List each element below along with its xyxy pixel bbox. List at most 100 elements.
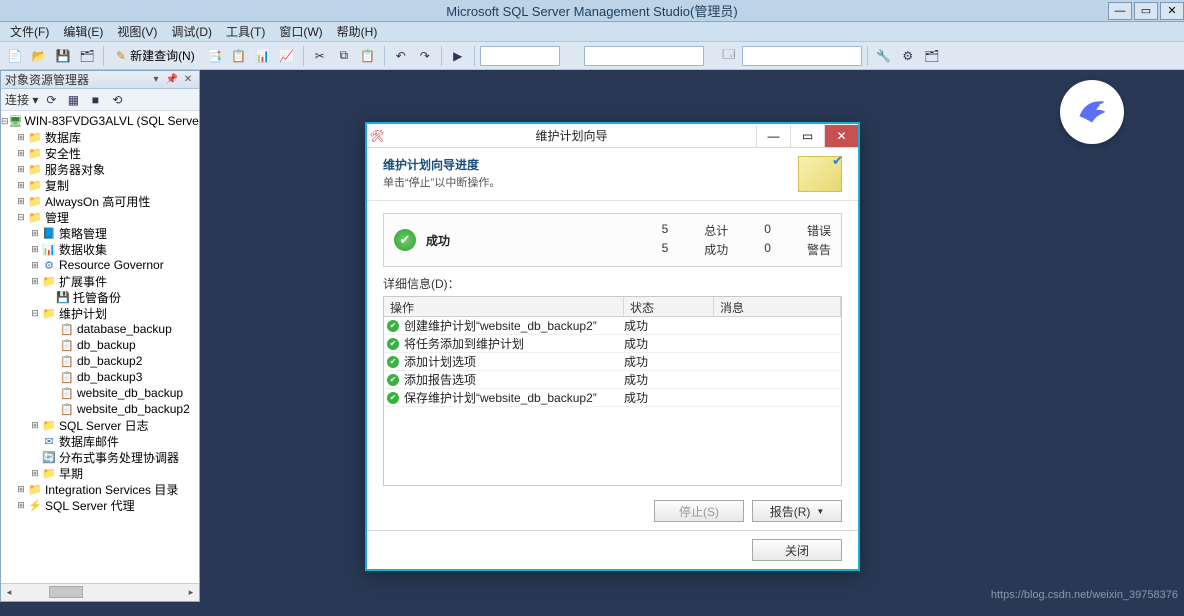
tree-plan-5[interactable]: 📋website_db_backup <box>1 385 199 401</box>
tree-security[interactable]: ⊞📁安全性 <box>1 145 199 161</box>
new-query-button[interactable]: ✎新建查询(N) <box>109 45 202 67</box>
maximize-button[interactable]: ▭ <box>1134 2 1158 20</box>
tree-dbmail[interactable]: ✉数据库邮件 <box>1 433 199 449</box>
combo-3[interactable] <box>742 46 862 66</box>
menu-tools[interactable]: 工具(T) <box>220 21 271 42</box>
grid-row[interactable]: ✔创建维护计划“website_db_backup2”成功 <box>384 317 841 335</box>
tree-resgov[interactable]: ⊞⚙Resource Governor <box>1 257 199 273</box>
details-label: 详细信息(D)： <box>383 275 842 292</box>
redo-icon[interactable]: ↷ <box>414 45 436 67</box>
tb-icon-1[interactable]: 📑 <box>204 45 226 67</box>
dialog-close-button[interactable]: ✕ <box>824 125 858 147</box>
grid-row[interactable]: ✔将任务添加到维护计划成功 <box>384 335 841 353</box>
tree-managed-backup[interactable]: 💾托管备份 <box>1 289 199 305</box>
close-button[interactable]: ✕ <box>1160 2 1184 20</box>
oe-tb-icon[interactable]: ⟲ <box>108 91 126 109</box>
saveall-icon[interactable]: 🗂 <box>76 45 98 67</box>
dialog-title: 维护计划向导 <box>387 127 756 144</box>
tree-datacollect[interactable]: ⊞📊数据收集 <box>1 241 199 257</box>
grid-header: 操作 状态 消息 <box>384 297 841 317</box>
paste-icon[interactable]: 📋 <box>357 45 379 67</box>
tree-alwayson[interactable]: ⊞📁AlwaysOn 高可用性 <box>1 193 199 209</box>
menu-help[interactable]: 帮助(H) <box>331 21 384 42</box>
minimize-button[interactable]: — <box>1108 2 1132 20</box>
tb-icon-8[interactable]: 🗂 <box>921 45 943 67</box>
menu-edit[interactable]: 编辑(E) <box>57 21 109 42</box>
tb-icon-6[interactable]: 🔧 <box>873 45 895 67</box>
tree-plan-6[interactable]: 📋website_db_backup2 <box>1 401 199 417</box>
tree-legacy[interactable]: ⊞📁早期 <box>1 465 199 481</box>
save-icon[interactable]: 💾 <box>52 45 74 67</box>
scroll-thumb[interactable] <box>49 586 83 598</box>
menu-debug[interactable]: 调试(D) <box>165 21 218 42</box>
undo-icon[interactable]: ↶ <box>390 45 412 67</box>
tree-management[interactable]: ⊟📁管理 <box>1 209 199 225</box>
oe-refresh-icon[interactable]: ⟳ <box>42 91 60 109</box>
report-button[interactable]: 报告(R)▼ <box>752 500 842 522</box>
oe-stop-icon[interactable]: ■ <box>86 91 104 109</box>
exec-icon[interactable]: ▶ <box>447 45 469 67</box>
new-project-icon[interactable]: 📄 <box>4 45 26 67</box>
dialog-header: 维护计划向导进度 单击“停止”以中断操作。 <box>367 148 858 201</box>
dialog-buttons-2: 关闭 <box>367 531 858 569</box>
database-combo[interactable] <box>480 46 560 66</box>
tree-xevents[interactable]: ⊞📁扩展事件 <box>1 273 199 289</box>
main-toolbar: 📄 📂 💾 🗂 ✎新建查询(N) 📑 📋 📊 📈 ✂ ⧉ 📋 ↶ ↷ ▶ 🗔 🔧… <box>0 42 1184 70</box>
combo-2[interactable] <box>584 46 704 66</box>
grid-row[interactable]: ✔添加报告选项成功 <box>384 371 841 389</box>
copy-icon[interactable]: ⧉ <box>333 45 355 67</box>
oe-close-icon[interactable]: ✕ <box>181 73 195 87</box>
tree-plan-3[interactable]: 📋db_backup2 <box>1 353 199 369</box>
tb-icon-3[interactable]: 📊 <box>252 45 274 67</box>
tree-policy[interactable]: ⊞📘策略管理 <box>1 225 199 241</box>
tree-agent[interactable]: ⊞⚡SQL Server 代理 <box>1 497 199 513</box>
dialog-maximize-button[interactable]: ▭ <box>790 125 824 147</box>
dialog-minimize-button[interactable]: — <box>756 125 790 147</box>
toolbar-separator <box>384 46 385 66</box>
tb-icon-7[interactable]: ⚙ <box>897 45 919 67</box>
success-count: 5 <box>662 241 669 258</box>
row-status: 成功 <box>624 371 714 388</box>
open-icon[interactable]: 📂 <box>28 45 50 67</box>
object-explorer-panel: 对象资源管理器 ▾ 📌 ✕ 连接 ▾ ⟳ ▦ ■ ⟲ ⊟🖥WIN-83FVDG3… <box>0 70 200 602</box>
menu-file[interactable]: 文件(F) <box>4 21 55 42</box>
close-dialog-button[interactable]: 关闭 <box>752 539 842 561</box>
oe-hscrollbar[interactable]: ◂ ▸ <box>1 583 199 601</box>
tb-icon-5[interactable]: 🗔 <box>718 45 740 67</box>
cut-icon[interactable]: ✂ <box>309 45 331 67</box>
scroll-right-icon[interactable]: ▸ <box>183 584 199 600</box>
tree-plan-2[interactable]: 📋db_backup <box>1 337 199 353</box>
tree-is[interactable]: ⊞📁Integration Services 目录 <box>1 481 199 497</box>
tree-replication[interactable]: ⊞📁复制 <box>1 177 199 193</box>
status-panel: ✔ 成功 5总计 0错误 5成功 0警告 <box>383 213 842 267</box>
tree-sqllogs[interactable]: ⊞📁SQL Server 日志 <box>1 417 199 433</box>
status-label: 成功 <box>426 232 450 249</box>
grid-row[interactable]: ✔添加计划选项成功 <box>384 353 841 371</box>
tree-plan-1[interactable]: 📋database_backup <box>1 321 199 337</box>
grid-row[interactable]: ✔保存维护计划“website_db_backup2”成功 <box>384 389 841 407</box>
mdi-area: 🛠 维护计划向导 — ▭ ✕ 维护计划向导进度 单击“停止”以中断操作。 ✔ 成… <box>200 70 1184 602</box>
details-grid[interactable]: 操作 状态 消息 ✔创建维护计划“website_db_backup2”成功 ✔… <box>383 296 842 486</box>
tree-databases[interactable]: ⊞📁数据库 <box>1 129 199 145</box>
scroll-left-icon[interactable]: ◂ <box>1 584 17 600</box>
oe-pin-icon[interactable]: 📌 <box>165 73 179 87</box>
tree-server-objects[interactable]: ⊞📁服务器对象 <box>1 161 199 177</box>
menu-window[interactable]: 窗口(W) <box>273 21 328 42</box>
oe-filter-icon[interactable]: ▦ <box>64 91 82 109</box>
row-ok-icon: ✔ <box>387 374 399 386</box>
oe-tree[interactable]: ⊟🖥WIN-83FVDG3ALVL (SQL Server 12.0. ⊞📁数据… <box>1 111 199 583</box>
tree-server[interactable]: ⊟🖥WIN-83FVDG3ALVL (SQL Server 12.0. <box>1 113 199 129</box>
row-op: 将任务添加到维护计划 <box>402 335 624 352</box>
total-count: 5 <box>662 222 669 239</box>
tree-dtc[interactable]: 🔄分布式事务处理协调器 <box>1 449 199 465</box>
tree-maint-plans[interactable]: ⊟📁维护计划 <box>1 305 199 321</box>
tb-icon-2[interactable]: 📋 <box>228 45 250 67</box>
row-status: 成功 <box>624 335 714 352</box>
menu-view[interactable]: 视图(V) <box>111 21 163 42</box>
stop-button: 停止(S) <box>654 500 744 522</box>
tb-icon-4[interactable]: 📈 <box>276 45 298 67</box>
oe-dropdown-icon[interactable]: ▾ <box>149 73 163 87</box>
oe-connect-button[interactable]: 连接 ▾ <box>5 91 38 108</box>
tree-plan-4[interactable]: 📋db_backup3 <box>1 369 199 385</box>
row-status: 成功 <box>624 317 714 334</box>
